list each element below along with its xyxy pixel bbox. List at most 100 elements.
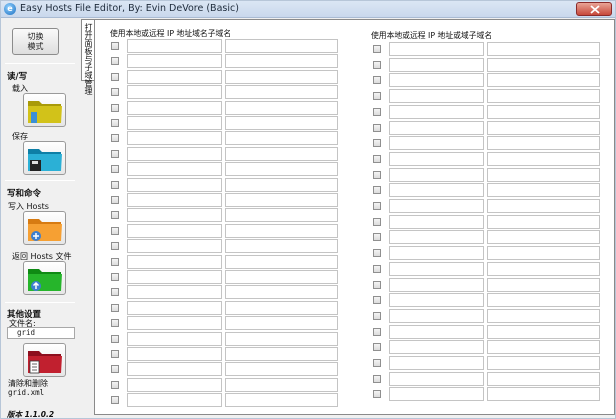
hostname-input[interactable] — [225, 285, 338, 300]
ip-address-input[interactable] — [389, 277, 484, 292]
ip-address-input[interactable] — [389, 261, 484, 276]
ip-address-input[interactable] — [389, 214, 484, 229]
ip-address-input[interactable] — [127, 208, 222, 223]
ip-address-input[interactable] — [127, 270, 222, 284]
restore-hosts-button[interactable] — [23, 261, 66, 295]
enable-checkbox[interactable] — [111, 257, 119, 266]
ip-address-input[interactable] — [127, 300, 222, 315]
ip-address-input[interactable] — [389, 183, 484, 198]
hostname-input[interactable] — [487, 104, 600, 119]
ip-address-input[interactable] — [127, 362, 222, 377]
hostname-input[interactable] — [225, 393, 338, 408]
hostname-input[interactable] — [225, 362, 338, 377]
hostname-input[interactable] — [487, 261, 600, 276]
enable-checkbox[interactable] — [111, 273, 119, 281]
ip-address-input[interactable] — [389, 293, 484, 308]
enable-checkbox[interactable] — [111, 149, 119, 158]
enable-checkbox[interactable] — [373, 249, 381, 258]
enable-checkbox[interactable] — [111, 380, 119, 389]
hostname-input[interactable] — [487, 120, 600, 135]
ip-address-input[interactable] — [389, 199, 484, 213]
ip-address-input[interactable] — [389, 324, 484, 339]
ip-address-input[interactable] — [127, 331, 222, 346]
ip-address-input[interactable] — [389, 136, 484, 151]
hostname-input[interactable] — [487, 293, 600, 308]
ip-address-input[interactable] — [389, 246, 484, 261]
ip-address-input[interactable] — [389, 89, 484, 104]
enable-checkbox[interactable] — [373, 311, 381, 320]
hostname-input[interactable] — [487, 199, 600, 213]
hostname-input[interactable] — [225, 162, 338, 177]
enable-checkbox[interactable] — [111, 165, 119, 174]
hostname-input[interactable] — [225, 270, 338, 284]
ip-address-input[interactable] — [127, 193, 222, 207]
ip-address-input[interactable] — [389, 308, 484, 323]
enable-checkbox[interactable] — [373, 107, 381, 116]
hostname-input[interactable] — [225, 316, 338, 331]
hostname-input[interactable] — [487, 308, 600, 323]
filename-input[interactable]: grid — [7, 327, 75, 339]
enable-checkbox[interactable] — [373, 374, 381, 383]
write-hosts-button[interactable] — [23, 211, 66, 245]
delete-button[interactable] — [23, 343, 66, 377]
enable-checkbox[interactable] — [373, 390, 381, 399]
ip-address-input[interactable] — [389, 340, 484, 355]
enable-checkbox[interactable] — [111, 103, 119, 112]
ip-address-input[interactable] — [127, 162, 222, 177]
hostname-input[interactable] — [225, 331, 338, 346]
enable-checkbox[interactable] — [111, 242, 119, 251]
ip-address-input[interactable] — [127, 54, 222, 69]
save-button[interactable] — [23, 141, 66, 175]
enable-checkbox[interactable] — [111, 72, 119, 81]
enable-checkbox[interactable] — [373, 327, 381, 336]
hostname-input[interactable] — [487, 183, 600, 198]
enable-checkbox[interactable] — [111, 57, 119, 66]
enable-checkbox[interactable] — [111, 180, 119, 189]
hostname-input[interactable] — [225, 208, 338, 223]
ip-address-input[interactable] — [127, 393, 222, 408]
ip-address-input[interactable] — [127, 69, 222, 84]
ip-address-input[interactable] — [127, 347, 222, 361]
enable-checkbox[interactable] — [111, 226, 119, 235]
enable-checkbox[interactable] — [373, 343, 381, 352]
hostname-input[interactable] — [225, 116, 338, 130]
switch-mode-button[interactable]: 切换 模式 — [12, 28, 59, 55]
ip-address-input[interactable] — [389, 104, 484, 119]
enable-checkbox[interactable] — [373, 154, 381, 163]
hostname-input[interactable] — [487, 340, 600, 355]
hostname-input[interactable] — [225, 85, 338, 100]
ip-address-input[interactable] — [389, 356, 484, 370]
enable-checkbox[interactable] — [373, 92, 381, 101]
hostname-input[interactable] — [487, 136, 600, 151]
hostname-input[interactable] — [487, 42, 600, 56]
ip-address-input[interactable] — [389, 73, 484, 88]
enable-checkbox[interactable] — [373, 280, 381, 289]
enable-checkbox[interactable] — [111, 303, 119, 312]
ip-address-input[interactable] — [389, 57, 484, 72]
hostname-input[interactable] — [225, 377, 338, 392]
ip-address-input[interactable] — [127, 239, 222, 254]
ip-address-input[interactable] — [127, 316, 222, 331]
enable-checkbox[interactable] — [111, 365, 119, 374]
enable-checkbox[interactable] — [373, 123, 381, 132]
hostname-input[interactable] — [487, 73, 600, 88]
hostname-input[interactable] — [225, 223, 338, 238]
ip-address-input[interactable] — [389, 387, 484, 402]
ip-address-input[interactable] — [127, 146, 222, 161]
hostname-input[interactable] — [487, 89, 600, 104]
ip-address-input[interactable] — [389, 371, 484, 386]
enable-checkbox[interactable] — [111, 211, 119, 220]
ip-address-input[interactable] — [389, 167, 484, 182]
hostname-input[interactable] — [225, 193, 338, 207]
enable-checkbox[interactable] — [373, 217, 381, 226]
enable-checkbox[interactable] — [373, 186, 381, 195]
title-bar[interactable]: e Easy Hosts File Editor, By: Evin DeVor… — [1, 1, 615, 18]
enable-checkbox[interactable] — [373, 170, 381, 179]
ip-address-input[interactable] — [127, 85, 222, 100]
ip-address-input[interactable] — [127, 254, 222, 269]
hostname-input[interactable] — [487, 57, 600, 72]
ip-address-input[interactable] — [389, 42, 484, 56]
hostname-input[interactable] — [225, 239, 338, 254]
enable-checkbox[interactable] — [111, 134, 119, 143]
hostname-input[interactable] — [225, 39, 338, 53]
